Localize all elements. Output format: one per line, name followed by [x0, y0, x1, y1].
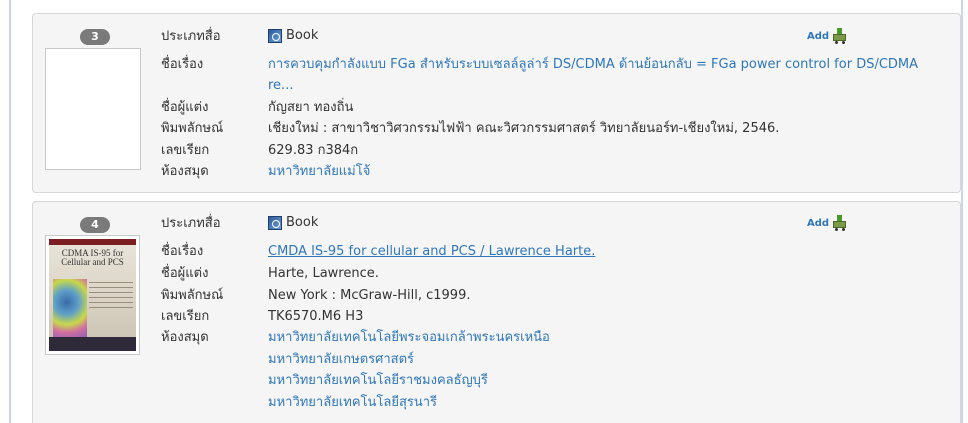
call-number-label: เลขเรียก: [161, 309, 210, 324]
book-cover-title: CDMA IS-95 for Cellular and PCS: [61, 248, 124, 267]
author-value: กัญสยา ทองถิ่น: [268, 100, 354, 115]
frame-right-border: [961, 0, 963, 423]
publisher-value: เชียงใหม่ : สาขาวิชาวิศวกรรมไฟฟ้า คณะวิศ…: [268, 121, 780, 136]
frame-left-border: [9, 0, 11, 423]
add-label: Add: [807, 30, 830, 42]
result-record: 3 ประเภทสื่อ Book Add ชื่อเรื่อง การควบค…: [32, 13, 961, 193]
author-label: ชื่อผู้แต่ง: [161, 100, 209, 115]
title-link[interactable]: CMDA IS-95 for cellular and PCS / Lawren…: [268, 244, 595, 260]
media-type-text: Book: [286, 215, 319, 230]
publisher-label: พิมพลักษณ์: [161, 121, 224, 136]
book-cover[interactable]: CDMA IS-95 for Cellular and PCS: [45, 235, 140, 355]
publisher-label: พิมพลักษณ์: [161, 288, 224, 303]
library-label: ห้องสมุด: [161, 330, 209, 345]
type-label: ประเภทสื่อ: [161, 29, 221, 44]
library-label: ห้องสมุด: [161, 164, 209, 179]
title-link-continued[interactable]: re...: [268, 78, 293, 94]
media-type: Book: [268, 215, 318, 231]
cart-add-icon: [832, 215, 848, 231]
library-link[interactable]: มหาวิทยาลัยเทคโนโลยีสุรนารี: [268, 395, 437, 411]
add-label: Add: [807, 217, 830, 229]
title-label: ชื่อเรื่อง: [161, 57, 204, 72]
call-number-label: เลขเรียก: [161, 143, 210, 158]
call-number-value: TK6570.M6 H3: [268, 309, 364, 324]
cart-add-icon: [832, 28, 848, 44]
library-link[interactable]: มหาวิทยาลัยเทคโนโลยีราชมงคลธัญบุรี: [268, 373, 488, 389]
record-number-badge: 4: [80, 217, 110, 233]
publisher-value: New York : McGraw-Hill, c1999.: [268, 288, 471, 303]
library-link[interactable]: มหาวิทยาลัยเทคโนโลยีพระจอมเกล้าพระนครเหน…: [268, 330, 550, 346]
book-icon: [268, 216, 282, 230]
media-type-text: Book: [286, 28, 319, 43]
library-link[interactable]: มหาวิทยาลัยเกษตรศาสตร์: [268, 352, 414, 368]
author-label: ชื่อผู้แต่ง: [161, 266, 209, 281]
author-value: Harte, Lawrence.: [268, 266, 379, 281]
book-icon: [268, 29, 282, 43]
record-number-badge: 3: [80, 29, 110, 45]
book-cover-placeholder[interactable]: [45, 48, 141, 170]
result-record: 4 CDMA IS-95 for Cellular and PCS ประเภท…: [32, 201, 961, 423]
title-label: ชื่อเรื่อง: [161, 244, 204, 259]
media-type: Book: [268, 28, 318, 44]
book-cover-image: CDMA IS-95 for Cellular and PCS: [49, 239, 136, 351]
call-number-value: 629.83 ก384ก: [268, 143, 359, 158]
library-link[interactable]: มหาวิทยาลัยแม่โจ้: [268, 164, 370, 180]
title-link[interactable]: การควบคุมกำลังแบบ FGa สำหรับระบบเซลล์ลูล…: [268, 57, 918, 73]
type-label: ประเภทสื่อ: [161, 216, 221, 231]
add-to-cart-button[interactable]: Add: [807, 215, 848, 231]
add-to-cart-button[interactable]: Add: [807, 28, 848, 44]
